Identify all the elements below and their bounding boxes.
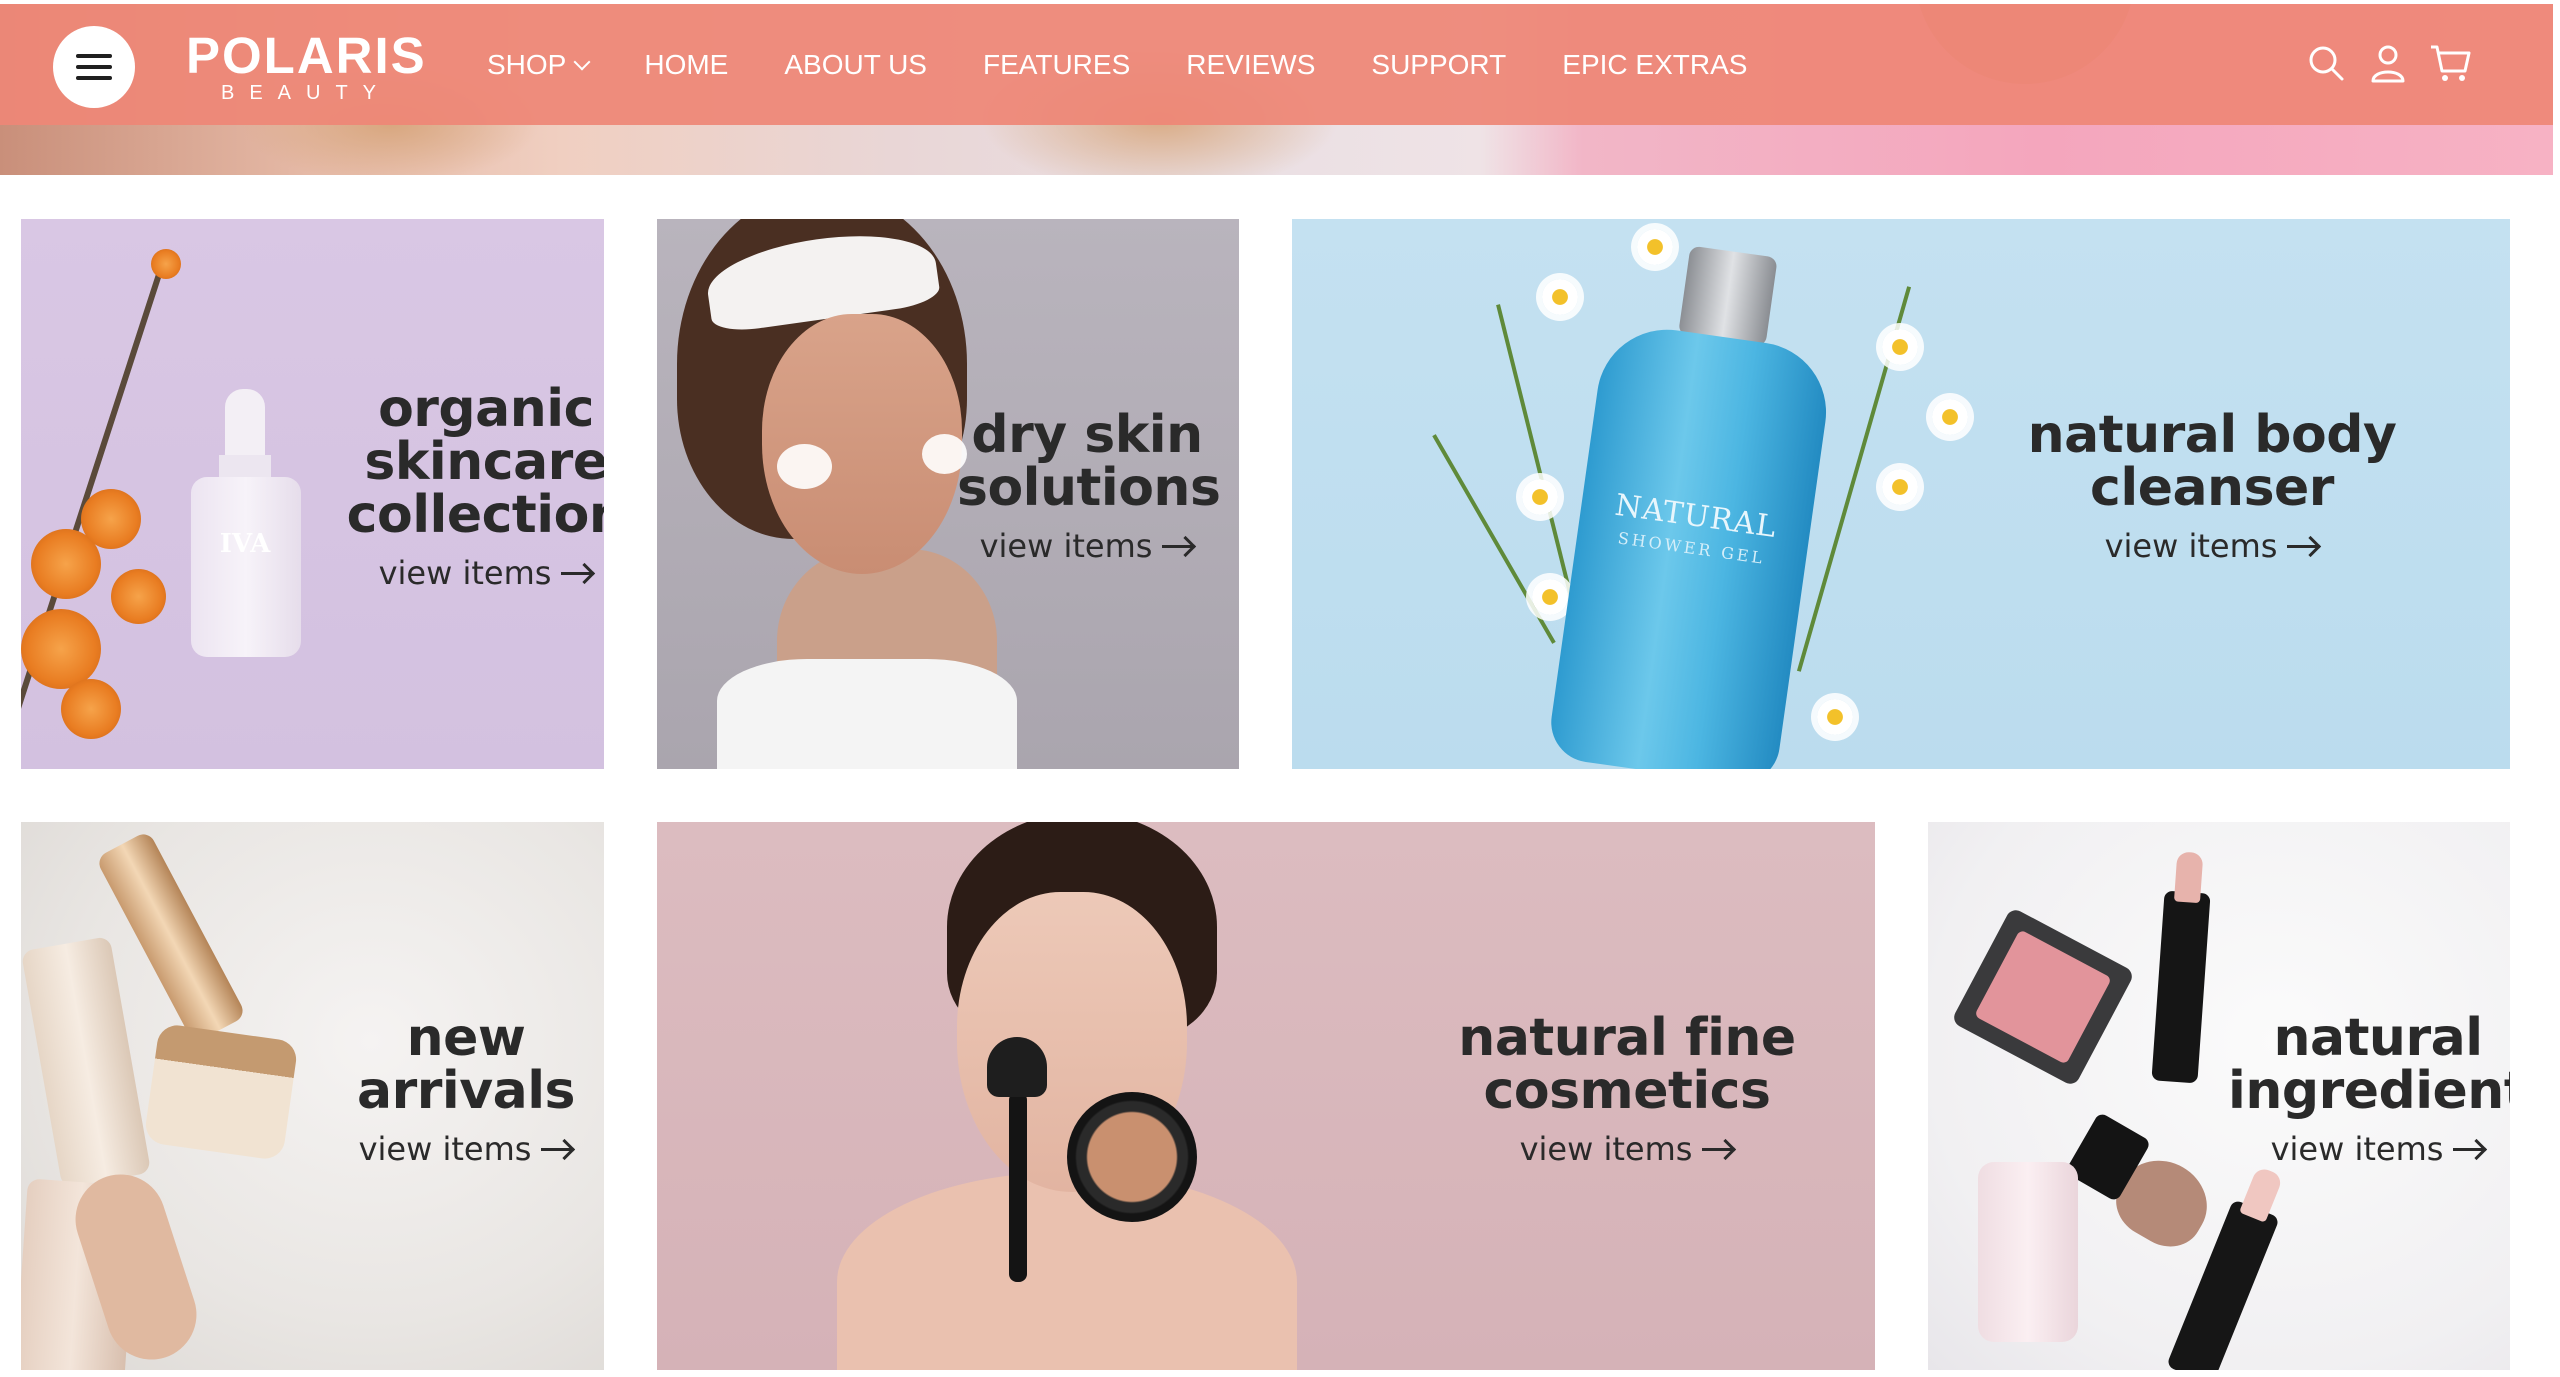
blush-palette-image [1950,906,2136,1088]
cart-icon[interactable] [2429,42,2471,84]
nav-reviews[interactable]: REVIEWS [1186,49,1315,81]
view-items-link[interactable]: view items [359,1130,574,1168]
view-items-label: view items [358,1130,532,1168]
tile-caption: organic skincare collection view items [321,379,604,593]
arrow-right-icon [1702,1139,1734,1159]
arrow-right-icon [541,1139,573,1159]
nav-about-us[interactable]: ABOUT US [784,49,927,81]
site-logo[interactable]: POLARIS BEAUTY [186,27,427,105]
makeup-brush-image [987,1037,1047,1097]
site-header: POLARIS BEAUTY SHOP HOME ABOUT US FEATUR… [0,4,2553,125]
arrow-right-icon [1162,536,1194,556]
tile-caption: natural fine cosmetics view items [1417,1008,1837,1169]
daisy-image [1542,279,1578,315]
menu-button[interactable] [53,26,135,108]
lipstick-image [2151,890,2211,1084]
tile-natural-ingredient[interactable]: natural ingredient view items [1928,822,2510,1370]
view-items-label: view items [1519,1130,1693,1168]
tile-natural-fine-cosmetics[interactable]: natural fine cosmetics view items [657,822,1875,1370]
menu-icon [76,54,112,58]
tile-title-line: ingredient [2228,1061,2510,1121]
foam-image [777,444,832,489]
tile-new-arrivals[interactable]: new arrivals view items [21,822,604,1370]
nav-shop-label: SHOP [487,48,567,80]
product-bottle-image: IVA [191,389,301,659]
tile-title-line: natural [2273,1008,2483,1068]
view-items-label: view items [378,554,552,592]
tile-caption: natural body cleanser view items [2012,405,2412,566]
tile-caption: dry skin solutions view items [957,405,1221,566]
logo-brand: POLARIS [186,27,427,84]
nav-features[interactable]: FEATURES [983,49,1130,81]
tile-title-line: cleanser [2090,458,2334,518]
view-items-link[interactable]: view items [2105,527,2320,565]
tile-title-line: new [406,1008,526,1068]
tile-title-line: solutions [957,458,1221,518]
tile-title-line: arrivals [357,1061,575,1121]
model-top-image [717,659,1017,769]
tile-title-line: natural body [2027,405,2397,465]
view-items-label: view items [2104,527,2278,565]
tile-dry-skin[interactable]: dry skin solutions view items [657,219,1239,769]
product-jar-image [143,1022,299,1162]
nav-epic-extras[interactable]: EPIC EXTRAS [1562,49,1747,81]
tile-caption: new arrivals view items [321,1008,604,1169]
tile-title-line: collection [346,485,604,545]
view-items-link[interactable]: view items [980,527,1195,565]
view-items-link[interactable]: view items [1520,1130,1735,1168]
main-nav: SHOP HOME ABOUT US FEATURES REVIEWS SUPP… [487,4,1803,125]
tile-title-line: natural fine [1458,1008,1796,1068]
nav-support[interactable]: SUPPORT [1371,49,1506,81]
tile-organic-skincare[interactable]: IVA organic skincare collection view ite… [21,219,604,769]
logo-subtitle: BEAUTY [220,82,392,104]
view-items-link[interactable]: view items [2271,1130,2486,1168]
search-icon[interactable] [2305,42,2347,84]
arrow-right-icon [2453,1139,2485,1159]
view-items-label: view items [979,527,1153,565]
tile-natural-body-cleanser[interactable]: NATURAL SHOWER GEL natural body cleanser… [1292,219,2510,769]
arrow-right-icon [2287,536,2319,556]
view-items-label: view items [2270,1130,2444,1168]
tile-title-line: dry skin [971,405,1203,465]
chevron-down-icon [573,53,591,70]
nav-home[interactable]: HOME [644,49,728,81]
compact-image [1067,1092,1197,1222]
arrow-right-icon [561,563,593,583]
tile-title-line: organic [378,379,594,439]
header-actions [2305,42,2471,84]
tile-title-line: cosmetics [1483,1061,1771,1121]
account-icon[interactable] [2367,42,2409,84]
perfume-bottle-image [1978,1162,2078,1342]
shower-gel-bottle-image: NATURAL SHOWER GEL [1546,236,1847,769]
tile-caption: natural ingredient view items [2228,1008,2510,1169]
product-label: IVA [219,529,271,559]
tile-title-line: skincare [364,432,604,492]
nav-shop[interactable]: SHOP [487,48,591,81]
view-items-link[interactable]: view items [379,554,594,592]
